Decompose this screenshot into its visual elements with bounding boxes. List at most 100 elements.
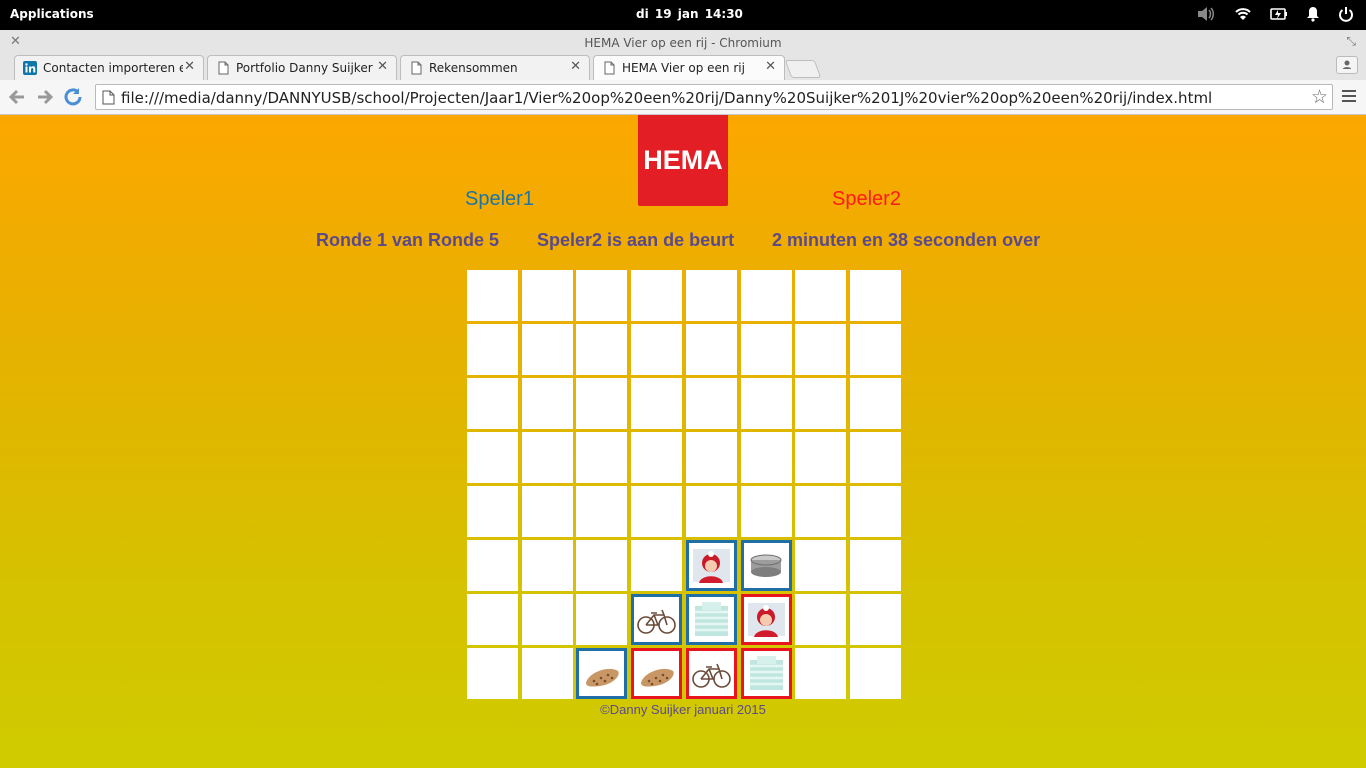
volume-icon[interactable] — [1196, 5, 1216, 23]
reload-icon[interactable] — [63, 87, 85, 107]
board-cell-empty[interactable] — [795, 540, 846, 591]
board-cell-empty[interactable] — [850, 486, 901, 537]
tab-hema-vier-op-een-rij[interactable]: HEMA Vier op een rij ✕ — [593, 55, 785, 80]
person-icon — [1343, 60, 1351, 69]
board-cell-empty[interactable] — [576, 324, 627, 375]
board-cell-empty[interactable] — [631, 540, 682, 591]
board-cell-empty[interactable] — [522, 486, 573, 537]
board-cell-empty[interactable] — [850, 594, 901, 645]
board-cell-empty[interactable] — [741, 378, 792, 429]
turn-text: Speler2 is aan de beurt — [537, 230, 735, 250]
board-cell-blue-bedding[interactable] — [686, 594, 737, 645]
board-cell-empty[interactable] — [522, 648, 573, 699]
game-board[interactable] — [466, 269, 901, 699]
forward-icon[interactable] — [34, 87, 56, 107]
board-cell-empty[interactable] — [850, 648, 901, 699]
board-cell-empty[interactable] — [522, 270, 573, 321]
board-cell-empty[interactable] — [467, 540, 518, 591]
board-cell-empty[interactable] — [576, 378, 627, 429]
tab-close-icon[interactable]: ✕ — [765, 59, 776, 74]
notification-bell-icon[interactable] — [1306, 6, 1320, 22]
url-text[interactable]: file:///media/danny/DANNYUSB/school/Proj… — [121, 89, 1212, 107]
tab-close-icon[interactable]: ✕ — [377, 59, 388, 74]
board-cell-empty[interactable] — [795, 486, 846, 537]
board-cell-empty[interactable] — [467, 270, 518, 321]
game-page: HEMA Speler1 Speler2 Ronde 1 van Ronde 5… — [0, 115, 1366, 768]
browser-toolbar: file:///media/danny/DANNYUSB/school/Proj… — [0, 80, 1366, 115]
board-cell-empty[interactable] — [741, 324, 792, 375]
board-cell-empty[interactable] — [850, 432, 901, 483]
window-restore-icon[interactable]: ⤡ — [1346, 34, 1356, 49]
board-cell-empty[interactable] — [795, 378, 846, 429]
board-cell-empty[interactable] — [467, 432, 518, 483]
tab-close-icon[interactable]: ✕ — [184, 59, 195, 74]
tab-rekensommen[interactable]: Rekensommen ✕ — [400, 55, 590, 80]
board-cell-red-bedding[interactable] — [741, 648, 792, 699]
address-bar[interactable]: file:///media/danny/DANNYUSB/school/Proj… — [95, 84, 1333, 110]
board-cell-empty[interactable] — [631, 486, 682, 537]
profile-button[interactable] — [1336, 56, 1358, 74]
board-cell-blue-girl[interactable] — [686, 540, 737, 591]
power-icon[interactable] — [1338, 6, 1354, 22]
board-cell-empty[interactable] — [741, 486, 792, 537]
board-cell-empty[interactable] — [576, 540, 627, 591]
system-tray — [1196, 5, 1354, 23]
footer-copyright: ©Danny Suijker januari 2015 — [600, 702, 766, 717]
board-cell-empty[interactable] — [686, 324, 737, 375]
tab-strip: Contacten importeren en ui ✕ Portfolio D… — [0, 54, 1366, 80]
board-cell-empty[interactable] — [467, 486, 518, 537]
board-cell-empty[interactable] — [467, 324, 518, 375]
board-cell-empty[interactable] — [631, 432, 682, 483]
board-cell-empty[interactable] — [522, 432, 573, 483]
tab-label: Rekensommen — [429, 61, 518, 75]
board-cell-empty[interactable] — [467, 648, 518, 699]
board-cell-empty[interactable] — [686, 270, 737, 321]
board-cell-empty[interactable] — [795, 594, 846, 645]
board-cell-empty[interactable] — [850, 324, 901, 375]
board-cell-empty[interactable] — [467, 378, 518, 429]
board-cell-empty[interactable] — [850, 378, 901, 429]
board-cell-empty[interactable] — [467, 594, 518, 645]
board-cell-empty[interactable] — [631, 324, 682, 375]
board-cell-red-sausage[interactable] — [631, 648, 682, 699]
board-cell-empty[interactable] — [576, 486, 627, 537]
bookmark-star-icon[interactable]: ☆ — [1311, 86, 1328, 108]
board-cell-empty[interactable] — [741, 270, 792, 321]
menu-icon[interactable] — [1342, 90, 1356, 105]
applications-menu[interactable]: Applications — [10, 7, 94, 21]
board-cell-empty[interactable] — [522, 378, 573, 429]
board-cell-empty[interactable] — [576, 270, 627, 321]
board-cell-blue-sausage[interactable] — [576, 648, 627, 699]
board-cell-red-bicycle[interactable] — [686, 648, 737, 699]
board-cell-empty[interactable] — [850, 270, 901, 321]
board-cell-empty[interactable] — [522, 594, 573, 645]
clock[interactable]: di 19 jan 14:30 — [636, 7, 743, 21]
board-cell-empty[interactable] — [850, 540, 901, 591]
board-cell-empty[interactable] — [631, 270, 682, 321]
wifi-icon[interactable] — [1234, 6, 1252, 22]
board-cell-empty[interactable] — [631, 378, 682, 429]
board-cell-empty[interactable] — [795, 270, 846, 321]
board-cell-empty[interactable] — [686, 486, 737, 537]
round-text: Ronde 1 van Ronde 5 — [316, 230, 500, 250]
board-cell-empty[interactable] — [795, 432, 846, 483]
battery-icon[interactable] — [1270, 7, 1288, 21]
board-cell-red-girl[interactable] — [741, 594, 792, 645]
board-cell-empty[interactable] — [741, 432, 792, 483]
board-cell-empty[interactable] — [795, 324, 846, 375]
board-cell-blue-bicycle[interactable] — [631, 594, 682, 645]
board-cell-empty[interactable] — [522, 324, 573, 375]
board-cell-empty[interactable] — [686, 378, 737, 429]
new-tab-button[interactable] — [784, 60, 822, 78]
tab-linkedin[interactable]: Contacten importeren en ui ✕ — [14, 55, 204, 80]
board-cell-empty[interactable] — [795, 648, 846, 699]
board-cell-empty[interactable] — [686, 432, 737, 483]
board-cell-blue-tin[interactable] — [741, 540, 792, 591]
board-cell-empty[interactable] — [576, 594, 627, 645]
back-icon[interactable] — [6, 87, 28, 107]
board-cell-empty[interactable] — [522, 540, 573, 591]
tab-portfolio[interactable]: Portfolio Danny Suijker ✕ — [207, 55, 397, 80]
tab-close-icon[interactable]: ✕ — [570, 59, 581, 74]
board-cell-empty[interactable] — [576, 432, 627, 483]
tab-label: Portfolio Danny Suijker — [236, 61, 373, 75]
